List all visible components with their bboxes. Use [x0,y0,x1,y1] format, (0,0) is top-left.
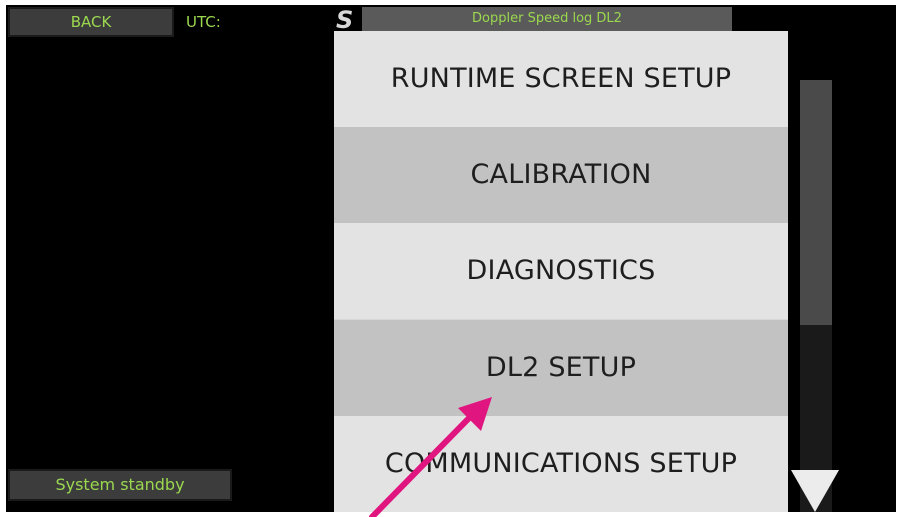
menu-item-dl2-setup[interactable]: DL2 SETUP [334,320,788,416]
menu-item-communications-setup[interactable]: COMMUNICATIONS SETUP [334,416,788,512]
status-badge: System standby [8,469,232,501]
menu-item-runtime-screen-setup[interactable]: RUNTIME SCREEN SETUP [334,31,788,127]
setup-menu: RUNTIME SCREEN SETUP CALIBRATION DIAGNOS… [334,31,788,512]
device-title: Doppler Speed log DL2 [362,7,732,31]
back-button[interactable]: BACK [8,7,174,37]
scrollbar-thumb[interactable] [800,80,832,325]
utc-label: UTC: [186,13,221,31]
device-screen: BACK UTC: S Doppler Speed log DL2 RUNTIM… [6,5,896,512]
menu-item-calibration[interactable]: CALIBRATION [334,127,788,223]
menu-item-diagnostics[interactable]: DIAGNOSTICS [334,223,788,319]
triangle-down-icon[interactable] [789,468,841,512]
brand-logo: S [336,6,354,34]
